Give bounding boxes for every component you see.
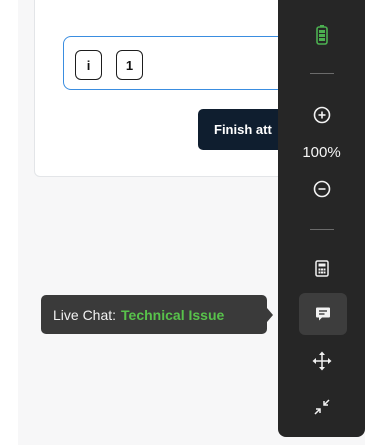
side-toolbar: 100% (278, 0, 365, 437)
tooltip-prefix: Live Chat: (53, 306, 117, 323)
battery-icon (278, 24, 365, 46)
live-chat-button[interactable] (299, 293, 347, 335)
key-i-button[interactable]: i (75, 50, 102, 80)
toolbar-divider (310, 229, 334, 230)
live-chat-icon (315, 306, 331, 322)
live-chat-tooltip: Live Chat: Technical Issue (41, 295, 273, 334)
zoom-level-label: 100% (302, 143, 341, 161)
minimize-icon[interactable] (278, 396, 365, 418)
zoom-out-icon[interactable] (278, 178, 365, 200)
page-margin (0, 0, 18, 445)
calculator-icon[interactable] (278, 257, 365, 279)
move-icon[interactable] (278, 350, 365, 372)
zoom-in-icon[interactable] (278, 104, 365, 126)
key-1-button[interactable]: 1 (116, 50, 143, 80)
chat-status: Technical Issue (121, 306, 225, 323)
toolbar-divider (310, 73, 334, 74)
